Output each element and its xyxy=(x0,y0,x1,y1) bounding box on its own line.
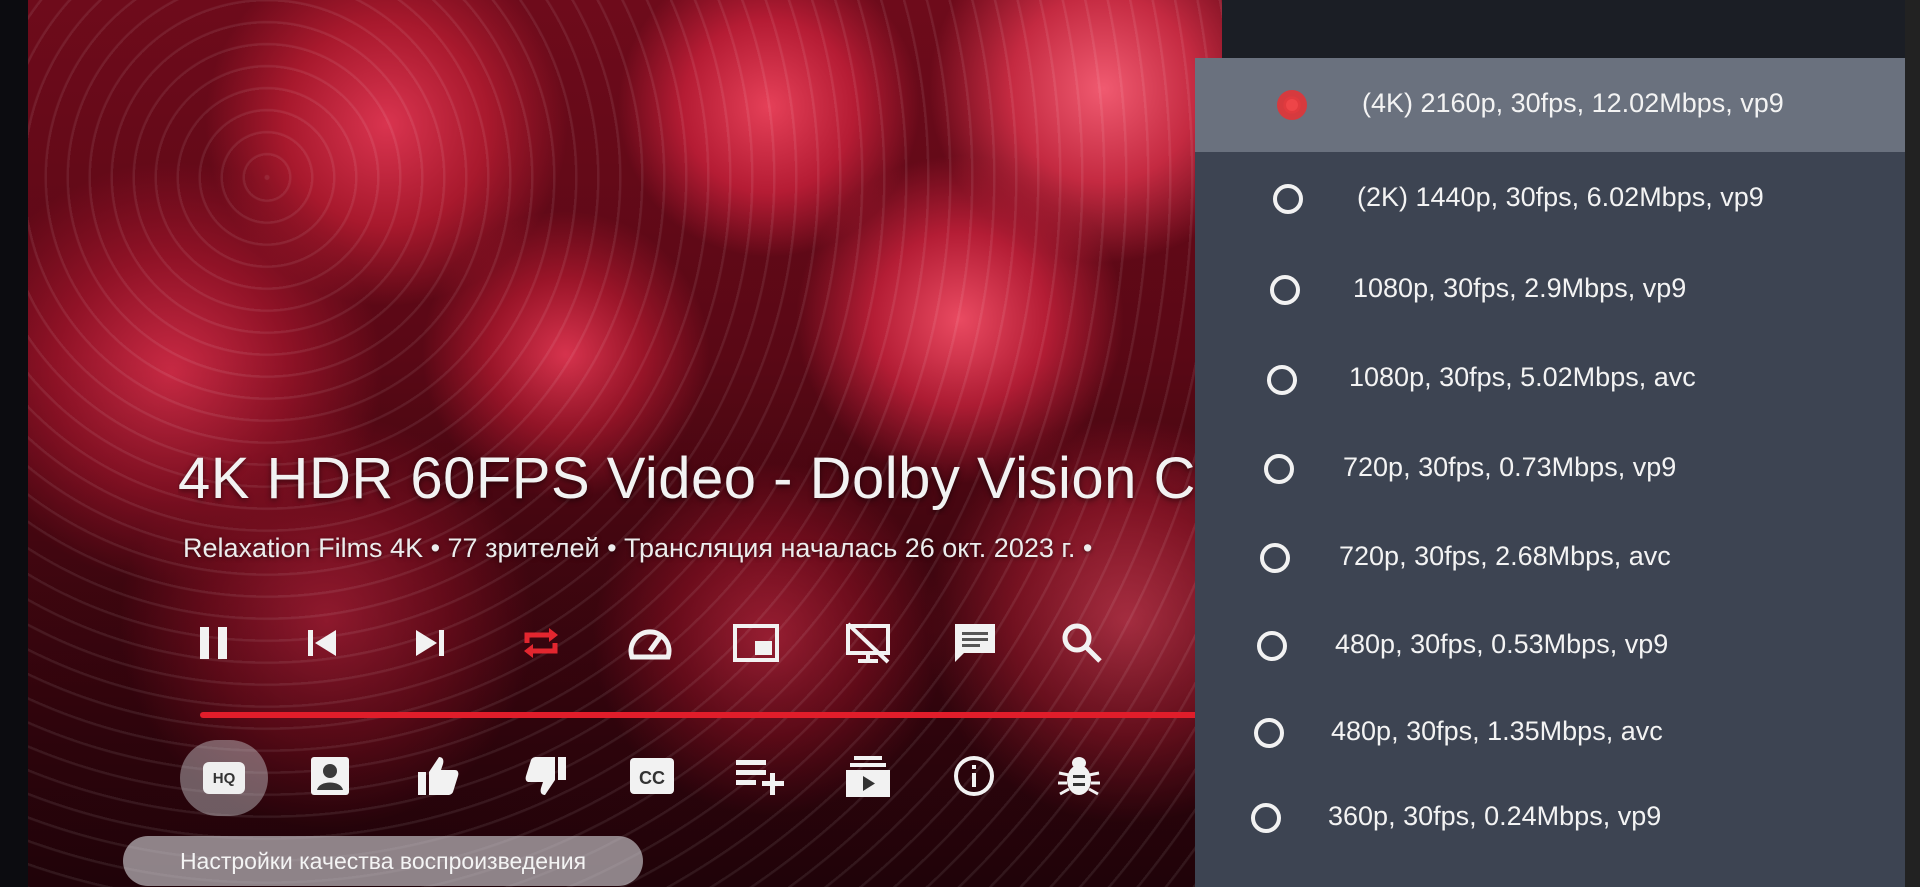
search-button[interactable] xyxy=(1054,615,1110,671)
quality-option-label: 1080p, 30fps, 2.9Mbps, vp9 xyxy=(1353,273,1687,303)
quality-option-label: 480p, 30fps, 1.35Mbps, avc xyxy=(1331,716,1663,746)
debug-button[interactable] xyxy=(1051,748,1107,804)
quality-tooltip: Настройки качества воспроизведения xyxy=(123,836,643,886)
progress-bar[interactable] xyxy=(200,712,1202,718)
skip-next-icon xyxy=(416,630,444,656)
chat-button[interactable] xyxy=(947,615,1003,671)
bug-icon xyxy=(1058,757,1100,796)
radio-icon xyxy=(1273,184,1303,214)
quality-option-label: 1080p, 30fps, 5.02Mbps, avc xyxy=(1349,362,1696,392)
picture-in-picture-icon xyxy=(733,624,779,662)
panel-header-area xyxy=(1222,0,1920,58)
previous-button[interactable] xyxy=(294,615,350,671)
skip-previous-icon xyxy=(308,630,336,656)
quality-option[interactable]: 480p, 30fps, 0.53Mbps, vp9 xyxy=(1195,622,1920,716)
playback-speed-button[interactable] xyxy=(622,615,678,671)
speed-icon xyxy=(628,629,672,660)
quality-option-label: 720p, 30fps, 0.73Mbps, vp9 xyxy=(1343,452,1677,482)
quality-option[interactable]: (2K) 1440p, 30fps, 6.02Mbps, vp9 xyxy=(1195,152,1920,246)
quality-option-label: 720p, 30fps, 2.68Mbps, avc xyxy=(1339,541,1671,571)
quality-option[interactable]: (4K) 2160p, 30fps, 12.02Mbps, vp9 xyxy=(1195,58,1920,152)
radio-selected-icon xyxy=(1277,90,1307,120)
quality-panel: (4K) 2160p, 30fps, 12.02Mbps, vp9 (2K) 1… xyxy=(1195,58,1920,887)
quality-option[interactable]: 360p, 30fps, 0.24Mbps, vp9 xyxy=(1195,793,1920,887)
quality-option-label: (4K) 2160p, 30fps, 12.02Mbps, vp9 xyxy=(1362,88,1784,118)
quality-option[interactable]: 720p, 30fps, 0.73Mbps, vp9 xyxy=(1195,434,1920,528)
repeat-button[interactable] xyxy=(513,615,569,671)
radio-icon xyxy=(1267,365,1297,395)
info-icon xyxy=(954,756,994,796)
closed-captions-icon: CC xyxy=(630,758,674,794)
video-title: 4K HDR 60FPS Video - Dolby Vision C xyxy=(178,446,1196,511)
thumbs-up-icon xyxy=(418,757,459,795)
radio-icon xyxy=(1264,454,1294,484)
quality-option-label: (2K) 1440p, 30fps, 6.02Mbps, vp9 xyxy=(1357,182,1764,212)
like-button[interactable] xyxy=(410,748,466,804)
cast-button[interactable] xyxy=(840,615,896,671)
radio-icon xyxy=(1270,275,1300,305)
pause-icon xyxy=(200,627,227,659)
search-icon xyxy=(1062,623,1102,663)
quality-option[interactable]: 1080p, 30fps, 2.9Mbps, vp9 xyxy=(1195,246,1920,340)
dislike-button[interactable] xyxy=(518,748,574,804)
add-to-playlist-button[interactable] xyxy=(732,748,788,804)
next-button[interactable] xyxy=(402,615,458,671)
player-controls xyxy=(0,615,1200,675)
radio-icon xyxy=(1257,631,1287,661)
quality-option[interactable]: 720p, 30fps, 2.68Mbps, avc xyxy=(1195,528,1920,622)
radio-icon xyxy=(1254,718,1284,748)
secondary-controls: CC xyxy=(0,748,1200,820)
screen-bezel xyxy=(1905,0,1920,887)
quality-option[interactable]: 1080p, 30fps, 5.02Mbps, avc xyxy=(1195,340,1920,434)
captions-button[interactable]: CC xyxy=(624,748,680,804)
subscriptions-icon xyxy=(846,756,890,797)
channel-button[interactable] xyxy=(302,748,358,804)
cast-off-icon xyxy=(846,622,890,664)
thumbs-down-icon xyxy=(525,757,566,795)
pip-button[interactable] xyxy=(728,615,784,671)
playlist-add-icon xyxy=(736,760,784,795)
svg-text:CC: CC xyxy=(639,768,665,788)
video-subtitle: Relaxation Films 4K • 77 зрителей • Тран… xyxy=(183,533,1093,563)
subscriptions-button[interactable] xyxy=(840,748,896,804)
quality-option-label: 480p, 30fps, 0.53Mbps, vp9 xyxy=(1335,629,1669,659)
repeat-icon xyxy=(524,628,558,658)
info-button[interactable] xyxy=(946,748,1002,804)
radio-icon xyxy=(1260,543,1290,573)
radio-icon xyxy=(1251,803,1281,833)
account-icon xyxy=(311,757,349,795)
chat-icon xyxy=(955,624,995,662)
pause-button[interactable] xyxy=(186,615,242,671)
quality-option-label: 360p, 30fps, 0.24Mbps, vp9 xyxy=(1328,801,1662,831)
